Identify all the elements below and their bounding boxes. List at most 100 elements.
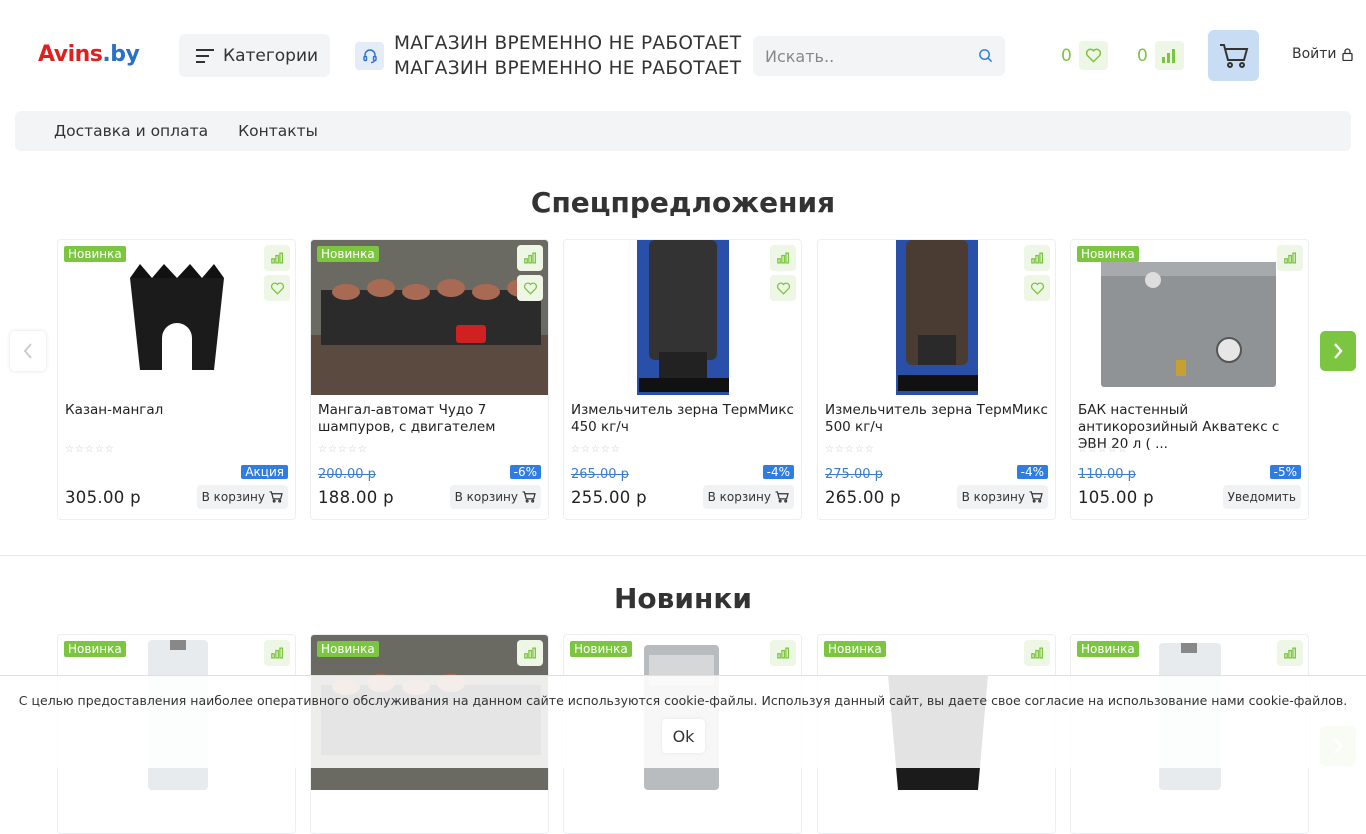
login-link[interactable]: Войти [1292, 46, 1353, 62]
promo-badge: Акция [241, 465, 288, 479]
new-badge: Новинка [317, 246, 379, 262]
favorites-count: 0 [1061, 45, 1072, 66]
categories-label: Категории [223, 45, 319, 66]
logo-part-1: Avins [38, 42, 103, 67]
product-title[interactable]: Измельчитель зерна ТермМикс 500 кг/ч [825, 402, 1053, 436]
new-badge: Новинка [64, 641, 126, 657]
login-label: Войти [1292, 46, 1337, 62]
rating-stars: ☆☆☆☆☆ [65, 444, 115, 455]
product-image[interactable] [818, 240, 1055, 395]
specials-title: Спецпредложения [530, 186, 836, 219]
store-notice: МАГАЗИН ВРЕМЕННО НЕ РАБОТАЕТ МАГАЗИН ВРЕ… [394, 31, 741, 81]
new-badge: Новинка [1077, 641, 1139, 657]
rating-stars: ☆☆☆☆☆ [825, 444, 875, 455]
product-price: 265.00 р [825, 488, 901, 507]
compare-icon[interactable] [770, 640, 796, 666]
compare-icon[interactable] [517, 245, 543, 271]
discount-badge: -4% [762, 465, 794, 479]
cart-button[interactable] [1208, 30, 1259, 81]
site-logo[interactable]: Avins.by [38, 42, 140, 67]
cookie-text: С целью предоставления наиболее оператив… [18, 693, 1348, 708]
product-image[interactable] [58, 240, 295, 395]
compare-icon[interactable] [517, 640, 543, 666]
buy-label: В корзину [961, 490, 1025, 504]
notify-label: Уведомить [1227, 490, 1296, 504]
compare-icon[interactable] [770, 245, 796, 271]
product-card[interactable]: Новинка Мангал-автомат Чудо 7 шампуров, … [310, 239, 549, 520]
nav-contacts[interactable]: Контакты [238, 122, 318, 140]
new-badge: Новинка [317, 641, 379, 657]
main-nav: Доставка и оплата Контакты [15, 111, 1351, 151]
compare-icon[interactable] [1277, 640, 1303, 666]
rating-stars: ☆☆☆☆☆ [571, 444, 621, 455]
notice-line-1: МАГАЗИН ВРЕМЕННО НЕ РАБОТАЕТ [394, 33, 742, 54]
compare-icon [1154, 41, 1184, 70]
specials-prev-button[interactable] [10, 331, 46, 371]
novelties-title: Новинки [614, 582, 752, 615]
product-price: 305.00 р [65, 488, 141, 507]
discount-badge: -4% [1016, 465, 1048, 479]
old-price: 265.00 р [571, 467, 629, 482]
product-card[interactable]: Измельчитель зерна ТермМикс 500 кг/ч ☆☆☆… [817, 239, 1056, 520]
product-title[interactable]: Казан-мангал [65, 402, 293, 419]
buy-label: В корзину [707, 490, 771, 504]
new-badge: Новинка [64, 246, 126, 262]
cart-icon [522, 491, 536, 503]
product-image[interactable] [1071, 240, 1308, 395]
categories-button[interactable]: Категории [179, 34, 330, 77]
heart-icon[interactable] [1024, 275, 1050, 301]
cart-icon [269, 491, 283, 503]
add-to-cart-button[interactable]: В корзину [702, 485, 794, 509]
buy-label: В корзину [201, 490, 265, 504]
nav-delivery[interactable]: Доставка и оплата [54, 122, 208, 140]
heart-icon[interactable] [517, 275, 543, 301]
site-header: Avins.by Категории МАГАЗИН ВРЕМЕННО НЕ Р… [0, 0, 1366, 110]
lock-icon [1341, 47, 1353, 61]
search-box [753, 36, 1005, 76]
add-to-cart-button[interactable]: В корзину [196, 485, 288, 509]
compare-icon[interactable] [264, 640, 290, 666]
product-card[interactable]: Новинка БАК настенный антикорозийный Акв… [1070, 239, 1309, 520]
add-to-cart-button[interactable]: В корзину [956, 485, 1048, 509]
product-title[interactable]: Мангал-автомат Чудо 7 шампуров, с двигат… [318, 402, 546, 436]
product-card[interactable]: Новинка Казан-мангал ☆☆☆☆☆ Акция 305.00 … [57, 239, 296, 520]
product-image[interactable] [564, 240, 801, 395]
cart-icon [775, 491, 789, 503]
chevron-left-icon [23, 343, 32, 359]
search-input[interactable] [753, 36, 968, 76]
old-price: 110.00 р [1078, 467, 1136, 482]
cookie-banner: С целью предоставления наиболее оператив… [0, 675, 1366, 768]
compare-icon[interactable] [1024, 245, 1050, 271]
chevron-right-icon [1334, 343, 1343, 359]
add-to-cart-button[interactable]: В корзину [449, 485, 541, 509]
old-price: 275.00 р [825, 467, 883, 482]
heart-icon [1078, 41, 1108, 70]
compare-count: 0 [1137, 45, 1148, 66]
rating-stars: ☆☆☆☆☆ [1078, 444, 1128, 455]
favorites-counter[interactable]: 0 [1061, 41, 1108, 70]
heart-icon[interactable] [264, 275, 290, 301]
headset-icon[interactable] [355, 42, 384, 70]
rating-stars: ☆☆☆☆☆ [318, 444, 368, 455]
compare-icon[interactable] [1024, 640, 1050, 666]
logo-part-2: .by [102, 42, 140, 67]
new-badge: Новинка [824, 641, 886, 657]
search-icon[interactable] [978, 48, 993, 63]
product-image[interactable] [311, 240, 548, 395]
cookie-ok-button[interactable]: Ok [662, 719, 705, 753]
product-title[interactable]: Измельчитель зерна ТермМикс 450 кг/ч [571, 402, 799, 436]
cart-icon [1219, 43, 1248, 68]
product-price: 105.00 р [1078, 488, 1154, 507]
compare-icon[interactable] [264, 245, 290, 271]
compare-icon[interactable] [1277, 245, 1303, 271]
product-card[interactable]: Измельчитель зерна ТермМикс 450 кг/ч ☆☆☆… [563, 239, 802, 520]
notice-line-2: МАГАЗИН ВРЕМЕННО НЕ РАБОТАЕТ [394, 58, 742, 79]
menu-icon [196, 48, 214, 63]
notify-button[interactable]: Уведомить [1222, 485, 1301, 509]
heart-icon[interactable] [770, 275, 796, 301]
section-divider [0, 555, 1366, 556]
specials-next-button[interactable] [1320, 331, 1356, 371]
compare-counter[interactable]: 0 [1137, 41, 1184, 70]
product-price: 255.00 р [571, 488, 647, 507]
cart-icon [1029, 491, 1043, 503]
